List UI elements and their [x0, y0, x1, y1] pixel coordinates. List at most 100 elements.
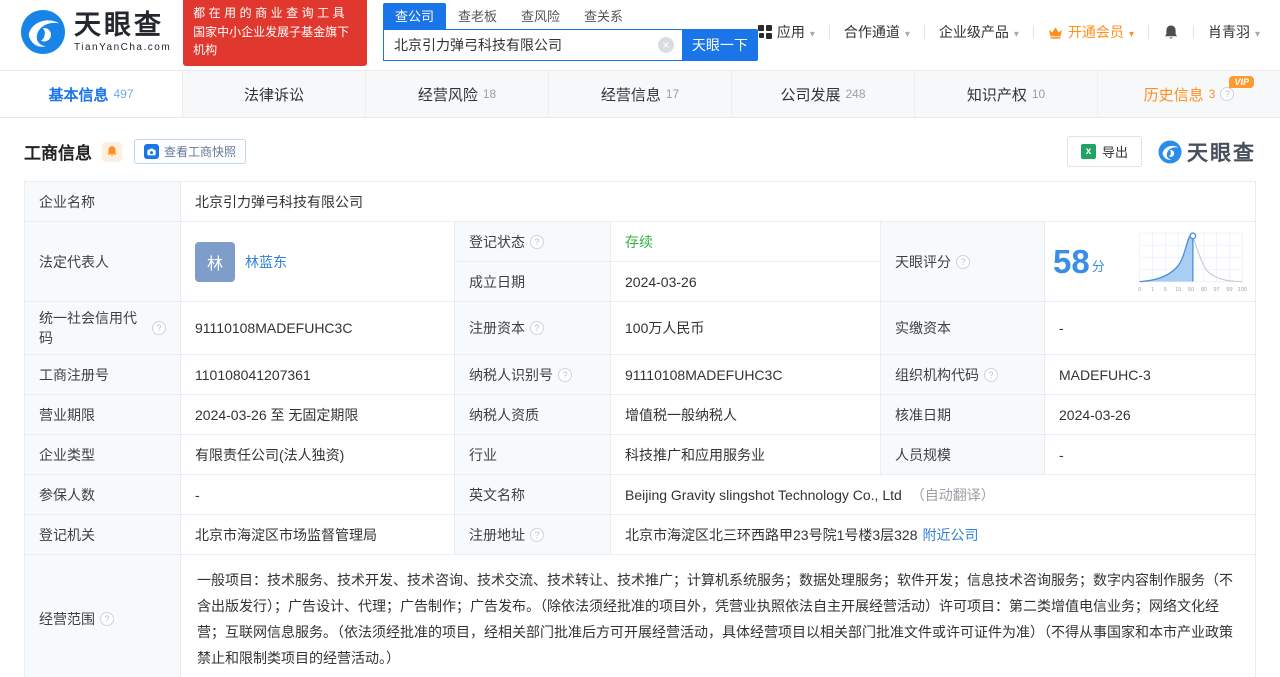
field-label-business-scope: 经营范围 [25, 555, 181, 677]
chevron-down-icon [1129, 24, 1134, 40]
value-text: 100万人民币 [625, 320, 705, 336]
tianyancha-watermark-icon [1158, 140, 1182, 164]
tab-operation-info[interactable]: 经营信息 17 [549, 71, 732, 117]
tab-legal-proceedings[interactable]: 法律诉讼 [183, 71, 366, 117]
field-label-taxpayer-id: 纳税人识别号 [455, 355, 611, 395]
menu-vip[interactable]: 开通会员 [1048, 22, 1134, 42]
label-text: 注册资本 [469, 320, 525, 336]
tab-intellectual-property[interactable]: 知识产权 10 [915, 71, 1098, 117]
chevron-down-icon [905, 24, 910, 40]
bell-icon [1163, 24, 1179, 41]
tab-operation-risk[interactable]: 经营风险 18 [366, 71, 549, 117]
help-icon[interactable] [956, 254, 970, 269]
label-text: 企业类型 [39, 446, 95, 463]
legal-rep-avatar[interactable]: 林 [195, 241, 235, 282]
field-label-insured-count: 参保人数 [25, 475, 181, 515]
value-text: 91110108MADEFUHC3C [195, 320, 353, 336]
field-value-approval-date: 2024-03-26 [1045, 395, 1256, 435]
field-label-org-code: 组织机构代码 [881, 355, 1045, 395]
field-label-taxpayer-quality: 纳税人资质 [455, 395, 611, 435]
menu-apps[interactable]: 应用 [757, 22, 815, 42]
clear-search-icon[interactable] [657, 37, 674, 53]
search-tab-company[interactable]: 查公司 [382, 3, 446, 29]
search-tab-risk[interactable]: 查风险 [509, 3, 572, 29]
value-text: - [1059, 446, 1064, 463]
export-button[interactable]: 导出 [1066, 136, 1142, 167]
divider [1147, 25, 1149, 39]
label-text: 企业名称 [39, 193, 95, 210]
nearby-companies-link[interactable]: 附近公司 [923, 525, 979, 545]
value-text: Beijing Gravity slingshot Technology Co.… [625, 486, 902, 503]
help-icon[interactable] [100, 612, 114, 626]
notifications-bell[interactable] [1163, 24, 1179, 41]
value-text: MADEFUHC-3 [1059, 366, 1151, 383]
tab-label: 法律诉讼 [243, 86, 304, 104]
tab-basic-info[interactable]: 基本信息 497 [0, 71, 183, 117]
search-button[interactable]: 天眼一下 [681, 29, 758, 61]
menu-enterprise-products[interactable]: 企业级产品 [939, 22, 1019, 42]
tab-label: 基本信息 [48, 86, 109, 104]
search-input[interactable] [382, 29, 682, 61]
svg-text:97: 97 [1214, 286, 1220, 292]
label-text: 法定代表人 [39, 253, 109, 270]
help-icon[interactable] [530, 321, 544, 335]
excel-icon [1080, 144, 1096, 159]
chevron-down-icon [1255, 24, 1260, 40]
help-icon[interactable] [1220, 87, 1235, 101]
search-tab-boss[interactable]: 查老板 [446, 3, 509, 29]
value-text: 北京市海淀区北三环西路甲23号院1号楼3层328 [625, 526, 918, 543]
svg-text:50: 50 [1188, 286, 1194, 292]
field-label-reg-address: 注册地址 [455, 515, 611, 555]
menu-cooperation-label: 合作通道 [843, 24, 900, 40]
field-value-score: 58 分 0 1 5 15 50 80 97 99 100 [1045, 222, 1256, 302]
field-value-paid-capital: - [1045, 302, 1256, 355]
tab-count: 3 [1208, 87, 1216, 101]
field-label-business-term: 营业期限 [25, 395, 181, 435]
tianyancha-logo[interactable]: 天眼查 TianYanCha.com [20, 9, 171, 55]
label-text: 参保人数 [39, 486, 95, 503]
label-text: 纳税人资质 [469, 406, 539, 423]
brand-name: 天眼查 [74, 9, 164, 40]
legal-rep-link[interactable]: 林蓝东 [245, 252, 287, 272]
value-text: 北京引力弹弓科技有限公司 [195, 193, 363, 210]
search-tab-relation[interactable]: 查关系 [572, 3, 635, 29]
field-value-establish-date: 2024-03-26 [611, 262, 881, 302]
label-text: 登记状态 [469, 233, 525, 250]
value-text: 2024-03-26 [1059, 406, 1131, 423]
header-menu: 应用 合作通道 企业级产品 开通会员 肖青羽 [757, 22, 1260, 42]
snapshot-button[interactable]: 查看工商快照 [134, 139, 247, 164]
field-label-reg-status: 登记状态 [455, 222, 611, 262]
help-icon[interactable] [984, 367, 998, 382]
field-value-taxpayer-id: 91110108MADEFUHC3C [611, 355, 881, 395]
field-label-company-name: 企业名称 [25, 182, 181, 222]
username: 肖青羽 [1207, 24, 1250, 40]
value-text: 2024-03-26 至 无固定期限 [195, 406, 359, 423]
help-icon[interactable] [558, 367, 572, 382]
menu-cooperation[interactable]: 合作通道 [844, 22, 910, 42]
field-value-taxpayer-quality: 增值税一般纳税人 [611, 395, 881, 435]
value-text: - [1059, 320, 1064, 336]
label-text: 登记机关 [39, 526, 95, 543]
main-content: 工商信息 查看工商快照 导出 天眼查 企业名称 北京引力弹弓科技 [0, 118, 1280, 677]
tab-count: 10 [1031, 87, 1046, 101]
menu-apps-label: 应用 [776, 24, 805, 40]
tab-history-info[interactable]: VIP 历史信息 3 [1098, 71, 1280, 117]
field-label-credit-code: 统一社会信用代码 [25, 302, 181, 355]
watermark-text: 天眼查 [1187, 141, 1256, 165]
subscribe-bell-icon[interactable] [102, 141, 122, 162]
label-text: 核准日期 [895, 406, 951, 423]
svg-text:99: 99 [1226, 286, 1232, 292]
svg-text:5: 5 [1164, 286, 1167, 292]
tab-label: 经营风险 [417, 86, 478, 104]
field-label-reg-number: 工商注册号 [25, 355, 181, 395]
tab-company-development[interactable]: 公司发展 248 [732, 71, 915, 117]
help-icon[interactable] [530, 234, 544, 249]
user-menu[interactable]: 肖青羽 [1208, 22, 1260, 42]
help-icon[interactable] [152, 321, 166, 335]
crown-icon [1048, 26, 1063, 39]
section-header: 工商信息 查看工商快照 导出 天眼查 [0, 118, 1280, 179]
label-text: 英文名称 [469, 486, 525, 503]
help-icon[interactable] [530, 527, 544, 542]
status-badge: 存续 [625, 233, 653, 250]
menu-enterprise-label: 企业级产品 [938, 24, 1009, 40]
